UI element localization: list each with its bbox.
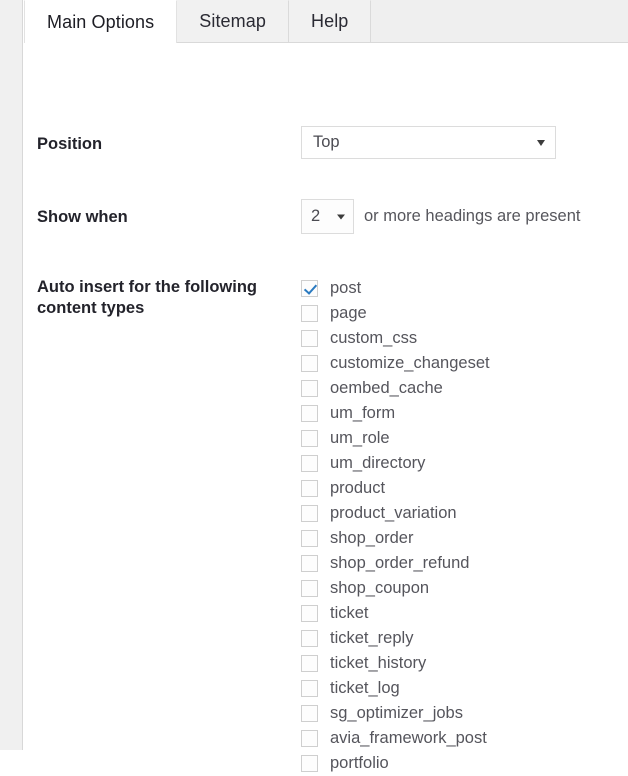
auto-insert-label: Auto insert for the following content ty… <box>37 278 257 317</box>
tab-bar: Main Options Sitemap Help <box>24 0 628 44</box>
checkbox-icon[interactable] <box>301 430 318 447</box>
checkbox-icon[interactable] <box>301 530 318 547</box>
content-type-row[interactable]: ticket_log <box>301 676 628 701</box>
content-type-label: ticket_log <box>330 679 400 697</box>
content-type-row[interactable]: oembed_cache <box>301 376 628 401</box>
checkbox-icon[interactable] <box>301 655 318 672</box>
show-when-count-select[interactable]: 2 <box>301 199 354 234</box>
checkbox-icon[interactable] <box>301 605 318 622</box>
settings-form: Position Top Show when 2 or more heading… <box>24 43 628 772</box>
content-type-row[interactable]: portfolio <box>301 751 628 776</box>
content-type-row[interactable]: um_role <box>301 426 628 451</box>
checkbox-icon[interactable] <box>301 355 318 372</box>
content-type-label: sg_optimizer_jobs <box>330 704 463 722</box>
content-type-label: shop_order_refund <box>330 554 470 572</box>
tab-help-label: Help <box>310 11 349 31</box>
content-type-label: product <box>330 479 386 497</box>
checkbox-icon[interactable] <box>301 755 318 772</box>
checkbox-icon[interactable] <box>301 555 318 572</box>
field-row-position: Position Top <box>24 88 628 159</box>
position-select-value: Top <box>313 133 340 151</box>
checkbox-icon[interactable] <box>301 455 318 472</box>
content-type-label: shop_coupon <box>330 579 430 597</box>
checkbox-icon[interactable] <box>301 405 318 422</box>
settings-page: Main Options Sitemap Help Position Top S… <box>24 0 628 772</box>
content-type-row[interactable]: product <box>301 476 628 501</box>
content-type-label: product_variation <box>330 504 457 522</box>
content-type-label: oembed_cache <box>330 379 443 397</box>
content-type-row[interactable]: shop_order_refund <box>301 551 628 576</box>
checkbox-icon[interactable] <box>301 380 318 397</box>
field-row-auto-insert: Auto insert for the following content ty… <box>24 235 628 776</box>
content-type-row[interactable]: um_form <box>301 401 628 426</box>
tab-help[interactable]: Help <box>288 0 372 42</box>
content-type-row[interactable]: custom_css <box>301 326 628 351</box>
checkbox-icon[interactable] <box>301 580 318 597</box>
left-gutter-strip <box>0 0 23 750</box>
content-type-row[interactable]: um_directory <box>301 451 628 476</box>
checkbox-icon[interactable] <box>301 730 318 747</box>
checkbox-icon[interactable] <box>301 630 318 647</box>
content-type-row[interactable]: ticket <box>301 601 628 626</box>
tab-sitemap[interactable]: Sitemap <box>177 0 289 42</box>
checkbox-icon[interactable] <box>301 680 318 697</box>
content-type-row[interactable]: shop_order <box>301 526 628 551</box>
content-type-row[interactable]: customize_changeset <box>301 351 628 376</box>
auto-insert-control: post page custom_css customize_changesetoem… <box>301 235 628 776</box>
chevron-down-icon <box>337 214 345 219</box>
content-type-row[interactable]: product_variation <box>301 501 628 526</box>
position-control: Top <box>301 88 628 159</box>
content-type-label: ticket_history <box>330 654 427 672</box>
content-type-label: avia_framework_post <box>330 729 487 747</box>
position-label: Position <box>37 135 103 153</box>
checkbox-checked-icon[interactable] <box>301 280 318 297</box>
content-type-label: um_directory <box>330 454 426 472</box>
show-when-suffix-text: or more headings are present <box>364 207 581 225</box>
tab-main-options[interactable]: Main Options <box>24 0 178 44</box>
content-type-label: custom_css <box>330 329 418 347</box>
content-type-label: um_role <box>330 429 390 447</box>
content-type-label: shop_order <box>330 529 414 547</box>
show-when-control: 2 or more headings are present <box>301 163 628 234</box>
content-type-row[interactable]: shop_coupon <box>301 576 628 601</box>
content-type-label: customize_changeset <box>330 354 490 372</box>
checkbox-icon[interactable] <box>301 305 318 322</box>
checkbox-icon[interactable] <box>301 705 318 722</box>
tab-sitemap-label: Sitemap <box>199 11 266 31</box>
content-type-label: portfolio <box>330 754 389 772</box>
show-when-count-value: 2 <box>311 207 321 225</box>
content-type-label: ticket_reply <box>330 629 414 647</box>
content-type-row[interactable]: avia_framework_post <box>301 726 628 751</box>
content-type-label: page <box>330 304 367 322</box>
content-type-row[interactable]: ticket_history <box>301 651 628 676</box>
content-type-checkbox-list: post page custom_css customize_changesetoem… <box>301 276 628 776</box>
show-when-label: Show when <box>37 208 128 226</box>
tab-main-options-label: Main Options <box>47 12 155 32</box>
tab-bar-filler <box>371 0 628 42</box>
checkbox-icon[interactable] <box>301 480 318 497</box>
chevron-down-icon <box>537 139 545 146</box>
content-type-row[interactable]: page <box>301 301 628 326</box>
position-select[interactable]: Top <box>301 126 556 159</box>
content-type-row[interactable]: sg_optimizer_jobs <box>301 701 628 726</box>
content-type-label: post <box>330 279 362 297</box>
checkbox-icon[interactable] <box>301 505 318 522</box>
content-type-label: ticket <box>330 604 369 622</box>
content-type-row[interactable]: post <box>301 276 628 301</box>
content-type-row[interactable]: ticket_reply <box>301 626 628 651</box>
checkbox-icon[interactable] <box>301 330 318 347</box>
content-type-label: um_form <box>330 404 396 422</box>
field-row-show-when: Show when 2 or more headings are present <box>24 163 628 234</box>
